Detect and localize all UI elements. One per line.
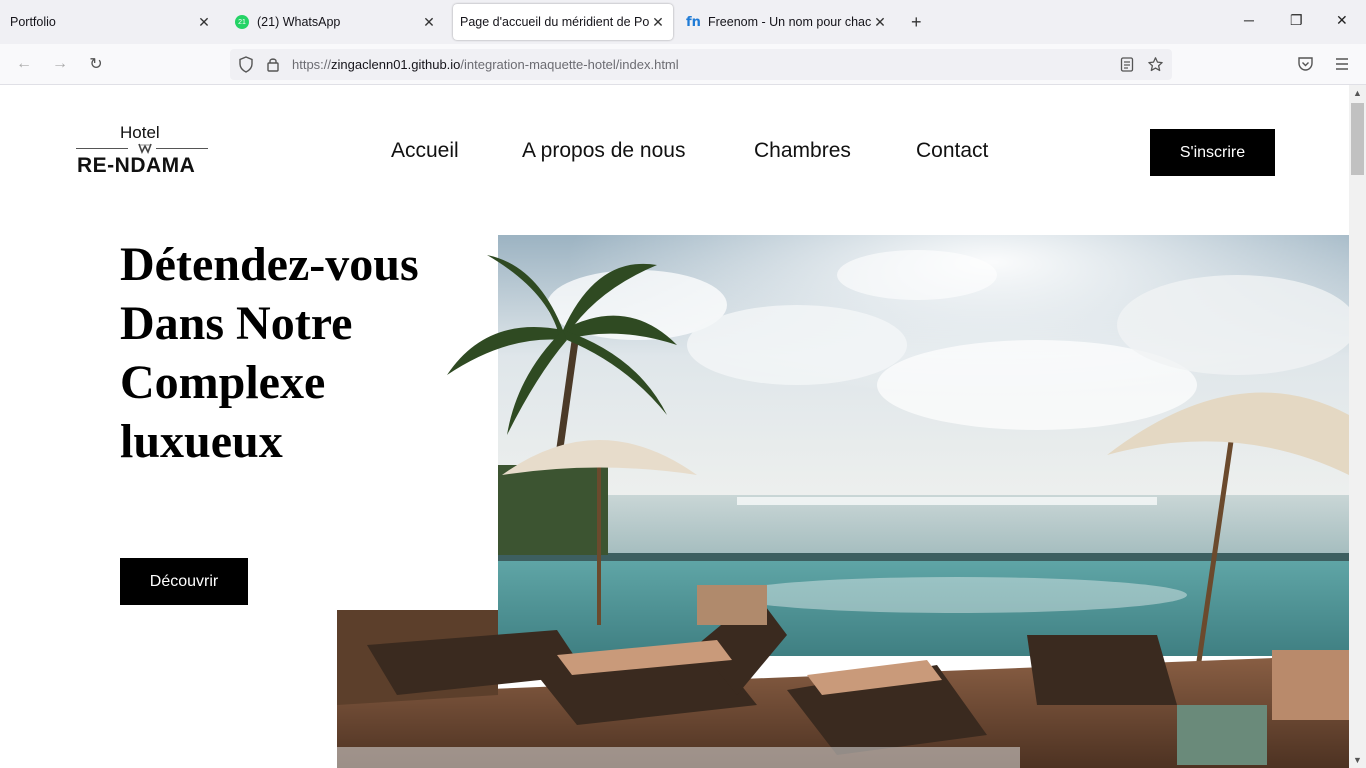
tab-bar: Portfolio ✕ 21 (21) WhatsApp ✕ Page d'ac… — [0, 0, 1366, 44]
close-icon[interactable]: ✕ — [650, 14, 666, 30]
logo-emblem-icon — [138, 143, 152, 154]
back-icon[interactable]: ← — [14, 54, 34, 74]
nav-chambres[interactable]: Chambres — [754, 139, 851, 163]
navigation-toolbar: ← → ↻ https://zingaclenn01.github.io/int… — [0, 44, 1366, 85]
tab-hotel-active[interactable]: Page d'accueil du méridient de Port ✕ — [453, 4, 673, 40]
nav-accueil[interactable]: Accueil — [391, 139, 459, 163]
tab-label: Portfolio — [10, 15, 56, 29]
url-path: /integration-maquette-hotel/index.html — [460, 57, 679, 72]
hero-title-line: Complexe — [120, 356, 326, 409]
page-scrollbar[interactable]: ▲ ▼ — [1349, 85, 1366, 768]
logo-hotel-text: Hotel — [120, 123, 160, 142]
hotel-logo[interactable]: Hotel RE-NDAMA — [76, 123, 216, 181]
reader-view-icon[interactable] — [1120, 57, 1134, 72]
freenom-icon: fn — [686, 15, 701, 30]
shield-icon[interactable] — [238, 56, 254, 73]
close-icon[interactable]: ✕ — [872, 14, 888, 30]
close-icon[interactable]: ✕ — [421, 14, 437, 30]
scrollbar-thumb[interactable] — [1351, 103, 1364, 175]
discover-button[interactable]: Découvrir — [120, 558, 248, 605]
logo-rule-left — [76, 148, 128, 149]
menu-icon[interactable] — [1334, 57, 1350, 71]
tab-label: Page d'accueil du méridient de Port — [460, 15, 650, 29]
bookmark-star-icon[interactable] — [1147, 56, 1164, 73]
hero-title-line: Détendez-vous — [120, 238, 419, 291]
minimize-icon[interactable]: ─ — [1244, 12, 1254, 28]
web-page: Hotel RE-NDAMA Accueil A propos de nous … — [0, 85, 1349, 768]
logo-name-text: RE-NDAMA — [77, 154, 196, 177]
tab-label: Freenom - Un nom pour chacun — [708, 15, 872, 29]
hero-resort-image — [337, 235, 1349, 768]
lock-icon[interactable] — [266, 56, 280, 73]
restore-icon[interactable]: ❐ — [1290, 12, 1303, 29]
logo-rule-right — [156, 148, 208, 149]
url-host: zingaclenn01.github.io — [331, 57, 461, 72]
forward-icon[interactable]: → — [50, 54, 70, 74]
close-window-icon[interactable]: ✕ — [1336, 12, 1348, 29]
nav-a-propos[interactable]: A propos de nous — [522, 139, 685, 163]
tab-whatsapp[interactable]: 21 (21) WhatsApp ✕ — [229, 4, 443, 40]
nav-contact[interactable]: Contact — [916, 139, 988, 163]
scroll-down-icon[interactable]: ▼ — [1353, 755, 1362, 765]
tab-portfolio[interactable]: Portfolio ✕ — [4, 4, 218, 40]
tab-freenom[interactable]: fn Freenom - Un nom pour chacun ✕ — [680, 4, 894, 40]
scroll-up-icon[interactable]: ▲ — [1353, 88, 1362, 98]
url-text: https://zingaclenn01.github.io/integrati… — [292, 57, 679, 72]
whatsapp-icon: 21 — [235, 15, 249, 29]
hero-title-line: luxueux — [120, 415, 283, 468]
address-bar[interactable]: https://zingaclenn01.github.io/integrati… — [230, 49, 1172, 80]
signup-button[interactable]: S'inscrire — [1150, 129, 1275, 176]
url-scheme: https:// — [292, 57, 332, 72]
reload-icon[interactable]: ↻ — [86, 54, 106, 74]
hero-title: Détendez-vous Dans Notre Complexe luxueu… — [120, 235, 480, 471]
close-icon[interactable]: ✕ — [196, 14, 212, 30]
tab-label: (21) WhatsApp — [257, 15, 341, 29]
pocket-icon[interactable] — [1297, 56, 1314, 72]
hero-title-line: Dans Notre — [120, 297, 353, 350]
new-tab-icon[interactable]: + — [911, 12, 922, 33]
